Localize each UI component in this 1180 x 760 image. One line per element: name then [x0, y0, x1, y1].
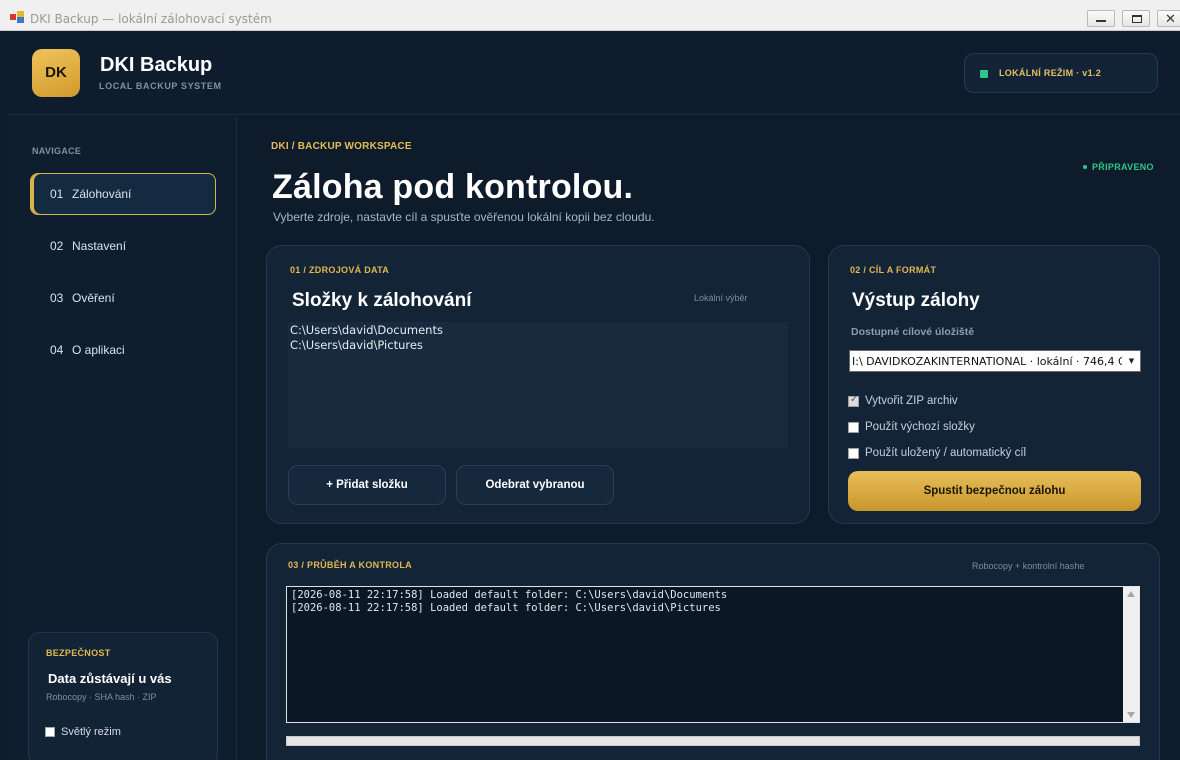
- sidebar-item-settings[interactable]: 02 Nastavení: [30, 225, 216, 267]
- app-icon: [10, 11, 24, 23]
- auto-target-checkbox[interactable]: [848, 448, 859, 459]
- page-subtitle: Vyberte zdroje, nastavte cíl a spusťte o…: [273, 210, 655, 224]
- add-folder-button[interactable]: + Přidat složku: [288, 465, 446, 505]
- maximize-icon: [1132, 15, 1142, 23]
- default-folders-checkbox[interactable]: [848, 422, 859, 433]
- brand-title: DKI Backup: [100, 54, 213, 76]
- page-title: Záloha pod kontrolou.: [272, 168, 634, 206]
- security-caption: BEZPEČNOST: [46, 648, 111, 658]
- breadcrumb: DKI / BACKUP WORKSPACE: [271, 141, 412, 152]
- status-text: PŘIPRAVENO: [1092, 162, 1154, 172]
- sidebar-item-number: 01: [50, 187, 64, 201]
- sidebar-item-verification[interactable]: 03 Ověření: [30, 277, 216, 319]
- app-header: DK DKI Backup LOCAL BACKUP SYSTEM LOKÁLN…: [8, 31, 1180, 115]
- default-folders-label[interactable]: Použít výchozí složky: [865, 421, 975, 433]
- sidebar-item-label: O aplikaci: [72, 343, 125, 357]
- progress-card: 03 / PRŮBĚH A KONTROLA Robocopy + kontro…: [266, 543, 1160, 760]
- sidebar-item-label: Zálohování: [72, 187, 132, 201]
- log-line: [2026-08-11 22:17:58] Loaded default fol…: [291, 602, 721, 614]
- source-hint: Lokální výběr: [694, 293, 748, 303]
- start-backup-button[interactable]: Spustit bezpečnou zálohu: [848, 471, 1141, 511]
- window-titlebar: DKI Backup — lokální zálohovací systém ✕: [0, 0, 1180, 31]
- zip-option-label[interactable]: Vytvořit ZIP archiv: [865, 395, 958, 407]
- close-button[interactable]: ✕: [1157, 10, 1180, 27]
- auto-target-label[interactable]: Použít uložený / automatický cíl: [865, 447, 1026, 459]
- chevron-down-icon[interactable]: ▼: [1122, 351, 1140, 371]
- mode-text: LOKÁLNÍ REŽIM · v1.2: [999, 68, 1102, 78]
- mode-status-icon: [980, 70, 988, 78]
- scroll-up-icon[interactable]: [1127, 591, 1135, 597]
- security-card: BEZPEČNOST Data zůstávají u vás Robocopy…: [28, 632, 218, 760]
- minimize-button[interactable]: [1087, 10, 1115, 27]
- sidebar-item-backup[interactable]: 01 Zálohování: [30, 173, 216, 215]
- app-logo: DK: [32, 49, 80, 97]
- status-badge: PŘIPRAVENO: [1083, 162, 1154, 172]
- target-caption: 02 / CÍL A FORMÁT: [850, 265, 937, 275]
- security-title: Data zůstávají u vás: [48, 671, 172, 686]
- minimize-icon: [1096, 20, 1106, 22]
- backup-progress-bar: [286, 736, 1140, 746]
- source-caption: 01 / ZDROJOVÁ DATA: [290, 265, 390, 275]
- security-subtitle: Robocopy · SHA hash · ZIP: [46, 692, 157, 702]
- sidebar-item-number: 04: [50, 343, 64, 357]
- list-item[interactable]: C:\Users\david\Pictures: [288, 338, 788, 353]
- progress-hint: Robocopy + kontrolní hashe: [972, 561, 1085, 571]
- target-title: Výstup zálohy: [852, 290, 980, 311]
- nav-caption: NAVIGACE: [32, 146, 82, 156]
- status-dot-icon: [1083, 164, 1087, 169]
- storage-label: Dostupné cílové úložiště: [851, 326, 975, 338]
- sidebar-item-label: Nastavení: [72, 239, 127, 253]
- list-item[interactable]: C:\Users\david\Documents: [288, 323, 788, 338]
- source-card: 01 / ZDROJOVÁ DATA Složky k zálohování L…: [266, 245, 810, 524]
- mode-badge: LOKÁLNÍ REŽIM · v1.2: [964, 53, 1158, 93]
- log-output[interactable]: [2026-08-11 22:17:58] Loaded default fol…: [286, 586, 1140, 723]
- storage-select[interactable]: I:\ DAVIDKOZAKINTERNATIONAL · lokální · …: [849, 350, 1141, 372]
- window-title: DKI Backup — lokální zálohovací systém: [30, 12, 272, 26]
- zip-checkbox[interactable]: ✓: [848, 394, 859, 407]
- sidebar-item-number: 02: [50, 239, 64, 253]
- check-icon: ✓: [850, 394, 859, 405]
- sidebar-item-number: 03: [50, 291, 64, 305]
- remove-folder-button[interactable]: Odebrat vybranou: [456, 465, 614, 505]
- sidebar-item-about[interactable]: 04 O aplikaci: [30, 329, 216, 371]
- light-mode-checkbox[interactable]: [45, 727, 55, 737]
- storage-select-value: I:\ DAVIDKOZAKINTERNATIONAL · lokální · …: [852, 355, 1122, 368]
- light-mode-label[interactable]: Světlý režim: [61, 726, 121, 738]
- log-line: [2026-08-11 22:17:58] Loaded default fol…: [291, 589, 728, 601]
- source-title: Složky k zálohování: [292, 290, 472, 311]
- scroll-down-icon[interactable]: [1127, 712, 1135, 718]
- sidebar-item-label: Ověření: [72, 291, 115, 305]
- brand-subtitle: LOCAL BACKUP SYSTEM: [99, 81, 222, 91]
- folder-list[interactable]: C:\Users\david\Documents C:\Users\david\…: [288, 322, 788, 448]
- maximize-button[interactable]: [1122, 10, 1150, 27]
- close-icon: ✕: [1165, 11, 1176, 26]
- target-card: 02 / CÍL A FORMÁT Výstup zálohy Dostupné…: [828, 245, 1160, 524]
- progress-caption: 03 / PRŮBĚH A KONTROLA: [288, 560, 412, 570]
- sidebar: NAVIGACE 01 Zálohování 02 Nastavení 03 O…: [8, 116, 237, 760]
- log-scrollbar[interactable]: [1123, 587, 1139, 722]
